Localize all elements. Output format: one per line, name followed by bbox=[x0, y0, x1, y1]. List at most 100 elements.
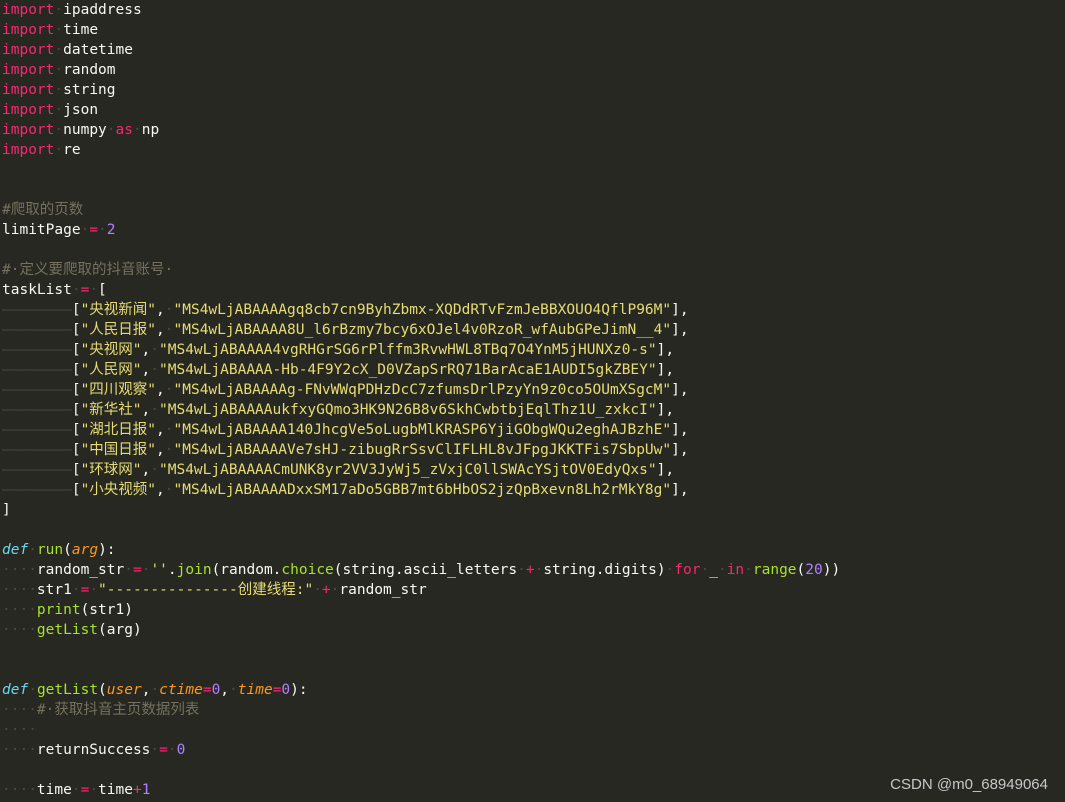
code-token: arg bbox=[71, 542, 99, 558]
code-token: 2 bbox=[106, 222, 116, 238]
code-line[interactable]: import·ipaddress bbox=[2, 0, 1065, 20]
whitespace-marker: · bbox=[150, 362, 160, 378]
code-line[interactable]: ————————["央视网",·"MS4wLjABAAAA4vgRHGrSG6r… bbox=[2, 340, 1065, 360]
code-line[interactable]: ————————["湖北日报",·"MS4wLjABAAAA140JhcgVe5… bbox=[2, 420, 1065, 440]
code-line[interactable]: ————————["中国日报",·"MS4wLjABAAAAVe7sHJ-zib… bbox=[2, 440, 1065, 460]
code-token: , bbox=[141, 462, 151, 478]
code-line[interactable]: ————————["人民日报",·"MS4wLjABAAAA8U_l6rBzmy… bbox=[2, 320, 1065, 340]
code-token: , bbox=[141, 402, 151, 418]
whitespace-marker: ···· bbox=[2, 582, 37, 598]
code-token: getList bbox=[36, 682, 99, 698]
whitespace-marker: ———————— bbox=[2, 422, 72, 438]
code-token: ipaddress bbox=[63, 2, 142, 18]
whitespace-marker: · bbox=[106, 122, 116, 138]
whitespace-marker: · bbox=[313, 582, 322, 598]
code-line[interactable] bbox=[2, 660, 1065, 680]
code-token: "MS4wLjABAAAA8U_l6rBzmy7bcy6xOJel4v0RzoR… bbox=[173, 322, 672, 338]
code-token: random bbox=[63, 62, 116, 78]
code-token: "MS4wLjABAAAACmUNK8yr2VV3JyWj5_zVxjC0llS… bbox=[159, 462, 657, 478]
code-line[interactable]: ····returnSuccess·=·0 bbox=[2, 740, 1065, 760]
code-line[interactable]: import·numpy·as·np bbox=[2, 120, 1065, 140]
code-token: import bbox=[2, 42, 55, 58]
whitespace-marker: · bbox=[150, 682, 160, 698]
whitespace-marker: ———————— bbox=[2, 302, 72, 318]
code-token: [ bbox=[71, 462, 81, 478]
whitespace-marker: · bbox=[150, 742, 160, 758]
code-token: def bbox=[2, 542, 29, 558]
code-line[interactable]: def·run(arg): bbox=[2, 540, 1065, 560]
code-line[interactable]: ————————["小央视频",·"MS4wLjABAAAADxxSM17aDo… bbox=[2, 480, 1065, 500]
whitespace-marker: · bbox=[71, 282, 81, 298]
code-line[interactable]: ····#·获取抖音主页数据列表 bbox=[2, 700, 1065, 720]
whitespace-marker: · bbox=[54, 42, 64, 58]
code-token: "央视新闻" bbox=[80, 302, 157, 318]
whitespace-marker: ———————— bbox=[2, 322, 72, 338]
whitespace-marker: · bbox=[517, 562, 526, 578]
code-line[interactable]: ————————["人民网",·"MS4wLjABAAAA-Hb-4F9Y2cX… bbox=[2, 360, 1065, 380]
code-token: time bbox=[237, 682, 273, 698]
code-line[interactable] bbox=[2, 640, 1065, 660]
code-token: run bbox=[36, 542, 64, 558]
code-line[interactable] bbox=[2, 160, 1065, 180]
code-line[interactable]: ————————["新华社",·"MS4wLjABAAAAukfxyGQmo3H… bbox=[2, 400, 1065, 420]
code-line[interactable]: import·string bbox=[2, 80, 1065, 100]
code-line[interactable]: limitPage·=·2 bbox=[2, 220, 1065, 240]
code-token: "MS4wLjABAAAA140JhcgVe5oLugbMlKRASP6YjiG… bbox=[173, 422, 672, 438]
whitespace-marker: · bbox=[54, 82, 64, 98]
code-token: "新华社" bbox=[80, 402, 142, 418]
code-editor[interactable]: import·ipaddress import·time import·dateti… bbox=[0, 0, 1065, 802]
whitespace-marker: · bbox=[28, 542, 37, 558]
csdn-watermark: CSDN @m0_68949064 bbox=[890, 776, 1048, 793]
code-line[interactable]: ····str1·=·"---------------创建线程:"·+·rand… bbox=[2, 580, 1065, 600]
whitespace-marker: · bbox=[150, 342, 160, 358]
code-lines: import·ipaddress import·time import·dateti… bbox=[2, 0, 1065, 800]
code-token: = bbox=[80, 282, 90, 298]
code-token: ], bbox=[671, 442, 689, 458]
code-token: user bbox=[106, 682, 142, 698]
code-line[interactable]: import·random bbox=[2, 60, 1065, 80]
code-token: ], bbox=[671, 302, 689, 318]
code-line[interactable]: #·定义要爬取的抖音账号· bbox=[2, 260, 1065, 280]
whitespace-marker: · bbox=[54, 62, 64, 78]
code-line[interactable]: ····random_str·=·''.join(random.choice(s… bbox=[2, 560, 1065, 580]
whitespace-marker: · bbox=[89, 582, 99, 598]
code-token: + bbox=[321, 582, 331, 598]
code-line[interactable] bbox=[2, 520, 1065, 540]
code-token: #爬取的页数 bbox=[2, 202, 84, 218]
whitespace-marker: · bbox=[28, 682, 37, 698]
code-line[interactable]: ····getList(arg) bbox=[2, 620, 1065, 640]
code-token: (str1) bbox=[80, 602, 133, 618]
whitespace-marker: · bbox=[164, 422, 174, 438]
whitespace-marker: · bbox=[124, 562, 133, 578]
code-line[interactable]: ————————["环球网",·"MS4wLjABAAAACmUNK8yr2VV… bbox=[2, 460, 1065, 480]
whitespace-marker: · bbox=[164, 382, 174, 398]
code-token: ], bbox=[656, 462, 675, 478]
code-line[interactable]: import·time bbox=[2, 20, 1065, 40]
code-line[interactable] bbox=[2, 240, 1065, 260]
code-token: time bbox=[98, 782, 133, 798]
code-token: (arg) bbox=[98, 622, 142, 638]
code-line[interactable]: import·datetime bbox=[2, 40, 1065, 60]
code-token: string.digits) bbox=[543, 562, 666, 578]
code-line[interactable]: def·getList(user,·ctime=0,·time=0): bbox=[2, 680, 1065, 700]
code-line[interactable]: import·re bbox=[2, 140, 1065, 160]
code-line[interactable]: ···· bbox=[2, 720, 1065, 740]
code-line[interactable]: ····print(str1) bbox=[2, 600, 1065, 620]
code-line[interactable] bbox=[2, 180, 1065, 200]
code-line[interactable]: ————————["央视新闻",·"MS4wLjABAAAAgq8cb7cn9B… bbox=[2, 300, 1065, 320]
code-token: = bbox=[80, 782, 90, 798]
code-token: import bbox=[2, 62, 55, 78]
code-token: #·定义要爬取的抖音账号· bbox=[2, 262, 174, 278]
code-line[interactable]: ————————["四川观察",·"MS4wLjABAAAAg-FNvWWqPD… bbox=[2, 380, 1065, 400]
code-token: datetime bbox=[63, 42, 133, 58]
code-line[interactable]: taskList·=·[ bbox=[2, 280, 1065, 300]
code-token: print bbox=[36, 602, 81, 618]
whitespace-marker: ···· bbox=[2, 742, 37, 758]
code-token: taskList bbox=[2, 282, 72, 298]
code-line[interactable]: ] bbox=[2, 500, 1065, 520]
whitespace-marker: · bbox=[54, 22, 64, 38]
code-line[interactable]: #爬取的页数 bbox=[2, 200, 1065, 220]
code-line[interactable]: import·json bbox=[2, 100, 1065, 120]
code-token: ], bbox=[656, 362, 675, 378]
whitespace-marker: ———————— bbox=[2, 382, 72, 398]
